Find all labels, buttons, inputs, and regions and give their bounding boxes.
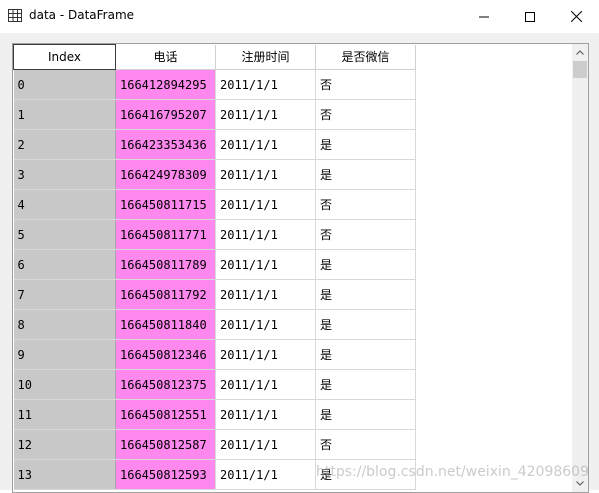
is-wechat-cell[interactable]: 是 [315,399,416,430]
phone-cell[interactable]: 166450811789 [115,249,216,280]
phone-cell[interactable]: 166450812375 [115,369,216,400]
register-time-cell[interactable]: 2011/1/1 [215,129,316,160]
index-cell[interactable]: 11 [13,399,116,430]
index-cell[interactable]: 5 [13,219,116,250]
phone-cell[interactable]: 166450812587 [115,429,216,460]
register-time-cell[interactable]: 2011/1/1 [215,249,316,280]
register-time-cell[interactable]: 2011/1/1 [215,369,316,400]
scroll-up-button[interactable] [572,44,588,61]
phone-cell[interactable]: 166450812551 [115,399,216,430]
register-time-cell[interactable]: 2011/1/1 [215,219,316,250]
title-bar: data - DataFrame [0,0,599,33]
is-wechat-cell[interactable]: 是 [315,459,416,490]
chevron-down-icon [576,481,584,486]
close-icon [570,11,582,22]
phone-cell[interactable]: 166450812593 [115,459,216,490]
index-cell[interactable]: 4 [13,189,116,220]
index-cell[interactable]: 13 [13,459,116,490]
is-wechat-cell[interactable]: 是 [315,369,416,400]
index-cell[interactable]: 3 [13,159,116,190]
index-cell[interactable]: 6 [13,249,116,280]
scroll-down-button[interactable] [572,475,588,492]
register-time-cell[interactable]: 2011/1/1 [215,189,316,220]
is-wechat-cell[interactable]: 是 [315,339,416,370]
is-wechat-cell[interactable]: 是 [315,279,416,310]
table-grid-icon [8,9,22,22]
is-wechat-cell[interactable]: 是 [315,159,416,190]
index-cell[interactable]: 1 [13,99,116,130]
minimize-button[interactable] [461,0,507,33]
index-cell[interactable]: 2 [13,129,116,160]
phone-cell[interactable]: 166423353436 [115,129,216,160]
index-cell[interactable]: 0 [13,69,116,100]
is-wechat-cell[interactable]: 是 [315,309,416,340]
is-wechat-cell[interactable]: 否 [315,99,416,130]
phone-cell[interactable]: 166450811840 [115,309,216,340]
phone-cell[interactable]: 166416795207 [115,99,216,130]
table-frame: Index 电话 注册时间 是否微信 0 166412894295 2011/1/1… [12,43,589,493]
scroll-thumb[interactable] [573,61,587,78]
minimize-icon [479,16,489,17]
chevron-up-icon [576,50,584,55]
table-row[interactable]: 8 166450811840 2011/1/1 是 [13,309,416,340]
maximize-button[interactable] [507,0,553,33]
phone-cell[interactable]: 166450812346 [115,339,216,370]
register-time-cell[interactable]: 2011/1/1 [215,459,316,490]
phone-cell[interactable]: 166450811771 [115,219,216,250]
dataframe-table: Index 电话 注册时间 是否微信 0 166412894295 2011/1/1… [13,44,416,490]
register-time-cell[interactable]: 2011/1/1 [215,159,316,190]
register-time-cell[interactable]: 2011/1/1 [215,69,316,100]
table-row[interactable]: 3 166424978309 2011/1/1 是 [13,159,416,190]
window-title: data - DataFrame [29,8,135,22]
table-row[interactable]: 1 166416795207 2011/1/1 否 [13,99,416,130]
table-row[interactable]: 6 166450811789 2011/1/1 是 [13,249,416,280]
register-time-cell[interactable]: 2011/1/1 [215,429,316,460]
register-time-cell[interactable]: 2011/1/1 [215,399,316,430]
is-wechat-cell[interactable]: 否 [315,189,416,220]
vertical-scrollbar[interactable] [572,44,588,492]
table-row[interactable]: 10 166450812375 2011/1/1 是 [13,369,416,400]
column-header-index[interactable]: Index [13,44,116,70]
index-cell[interactable]: 7 [13,279,116,310]
phone-cell[interactable]: 166450811715 [115,189,216,220]
column-header-is-wechat[interactable]: 是否微信 [315,44,416,70]
table-row[interactable]: 0 166412894295 2011/1/1 否 [13,69,416,100]
dataframe-viewer: Index 电话 注册时间 是否微信 0 166412894295 2011/1/1… [0,33,599,493]
table-row[interactable]: 2 166423353436 2011/1/1 是 [13,129,416,160]
is-wechat-cell[interactable]: 否 [315,429,416,460]
table-row[interactable]: 11 166450812551 2011/1/1 是 [13,399,416,430]
is-wechat-cell[interactable]: 是 [315,249,416,280]
register-time-cell[interactable]: 2011/1/1 [215,279,316,310]
is-wechat-cell[interactable]: 否 [315,219,416,250]
phone-cell[interactable]: 166424978309 [115,159,216,190]
phone-cell[interactable]: 166412894295 [115,69,216,100]
index-cell[interactable]: 10 [13,369,116,400]
header-row: Index 电话 注册时间 是否微信 [13,44,416,70]
maximize-icon [525,11,535,22]
table-body: 0 166412894295 2011/1/1 否 1 166416795207 2011/… [13,69,416,490]
index-cell[interactable]: 8 [13,309,116,340]
table-row[interactable]: 9 166450812346 2011/1/1 是 [13,339,416,370]
data-grid[interactable]: Index 电话 注册时间 是否微信 0 166412894295 2011/1/1… [13,44,572,492]
table-row[interactable]: 5 166450811771 2011/1/1 否 [13,219,416,250]
table-row[interactable]: 13 166450812593 2011/1/1 是 [13,459,416,490]
is-wechat-cell[interactable]: 否 [315,69,416,100]
is-wechat-cell[interactable]: 是 [315,129,416,160]
register-time-cell[interactable]: 2011/1/1 [215,309,316,340]
table-row[interactable]: 4 166450811715 2011/1/1 否 [13,189,416,220]
index-cell[interactable]: 9 [13,339,116,370]
table-row[interactable]: 7 166450811792 2011/1/1 是 [13,279,416,310]
register-time-cell[interactable]: 2011/1/1 [215,99,316,130]
column-header-register-time[interactable]: 注册时间 [215,44,316,70]
register-time-cell[interactable]: 2011/1/1 [215,339,316,370]
column-header-phone[interactable]: 电话 [115,44,216,70]
table-row[interactable]: 12 166450812587 2011/1/1 否 [13,429,416,460]
close-button[interactable] [553,0,599,33]
phone-cell[interactable]: 166450811792 [115,279,216,310]
index-cell[interactable]: 12 [13,429,116,460]
